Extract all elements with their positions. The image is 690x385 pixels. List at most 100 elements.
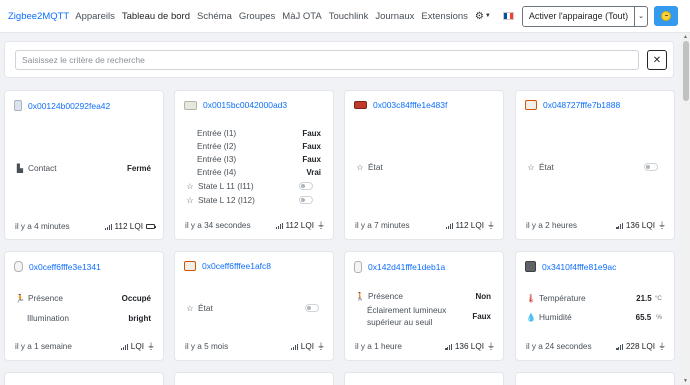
- row-label: Présence: [368, 291, 404, 301]
- smiley-icon: [661, 11, 672, 21]
- battery-icon: [146, 224, 156, 229]
- nav-link-tableau-de-bord[interactable]: Tableau de bord: [122, 11, 190, 22]
- row-label: État: [368, 162, 383, 172]
- plug-icon: ⏚: [658, 221, 666, 230]
- motion-sensor-icon: [14, 261, 23, 272]
- permit-join-group: Activer l'appairage (Tout) ⌄: [521, 5, 649, 27]
- permit-join-button[interactable]: Activer l'appairage (Tout): [522, 6, 635, 26]
- star-icon: ☆: [186, 195, 194, 205]
- settings-dropdown[interactable]: ⚙ ▼: [475, 11, 491, 22]
- last-seen: il y a 1 semaine: [15, 342, 72, 351]
- row-label: Entrée (I2): [197, 141, 237, 151]
- device-link[interactable]: 0x0015bc0042000ad3: [203, 100, 287, 110]
- row-value: Occupé: [121, 293, 151, 303]
- device-link[interactable]: 0x0ceff6fffe3e1341: [29, 262, 101, 272]
- device-link[interactable]: 0x0ceff6fffee1afc8: [202, 261, 271, 271]
- star-icon: ☆: [186, 303, 194, 313]
- plug-icon: ⏚: [658, 342, 666, 351]
- device-card: 0x0ceff6fffe3e1341 🏃 Présence Occupé Illu…: [4, 251, 164, 361]
- door-icon: ▙: [16, 163, 24, 173]
- state-toggle[interactable]: [299, 196, 313, 204]
- row-value: Faux: [472, 311, 491, 321]
- lqi-value: LQI: [300, 342, 314, 351]
- row-label: Illumination: [27, 313, 69, 323]
- nav-link-extensions[interactable]: Extensions: [421, 11, 467, 22]
- device-card-partial: [174, 372, 334, 385]
- row-value: 65.5: [635, 312, 652, 322]
- device-link[interactable]: 0x003c84fffe1e483f: [373, 100, 447, 110]
- device-link[interactable]: 0x00124b00292fea42: [28, 101, 110, 111]
- last-seen: il y a 4 minutes: [15, 222, 70, 231]
- page-scrollbar[interactable]: ▲ ▼: [682, 33, 690, 385]
- restart-button[interactable]: [654, 6, 679, 26]
- state-toggle[interactable]: [305, 304, 319, 312]
- row-label: Température: [539, 293, 586, 303]
- last-seen: il y a 5 mois: [185, 342, 229, 351]
- signal-icon: [291, 343, 299, 350]
- device-card: 0x00124b00292fea42 ▙ Contact Fermé il y a…: [4, 90, 164, 240]
- scroll-down-icon[interactable]: ▼: [683, 378, 688, 384]
- signal-icon: [104, 223, 113, 230]
- device-card: 0x048727fffe7b1888 ☆ État il y a 2 heures…: [515, 90, 675, 240]
- nav-link-journaux[interactable]: Journaux: [375, 11, 414, 22]
- nav-link-touchlink[interactable]: Touchlink: [329, 11, 369, 22]
- row-label: État: [198, 303, 213, 313]
- device-card: 0x0ceff6fffee1afc8 ☆ État il y a 5 mois L…: [174, 251, 334, 361]
- search-panel: ✕: [4, 41, 674, 78]
- last-seen: il y a 24 secondes: [526, 342, 592, 351]
- row-unit: %: [656, 313, 662, 321]
- last-seen: il y a 1 heure: [355, 342, 402, 351]
- row-value: 21.5: [636, 293, 652, 303]
- lqi-value: 112 LQI: [285, 221, 314, 230]
- search-input[interactable]: [15, 50, 639, 70]
- nav-link-maj-ota[interactable]: MàJ OTA: [282, 11, 321, 22]
- navbar: Zigbee2MQTT Appareils Tableau de bord Sc…: [0, 0, 690, 33]
- lqi-value: 112 LQI: [455, 221, 484, 230]
- brand-link[interactable]: Zigbee2MQTT: [8, 11, 69, 22]
- clear-search-button[interactable]: ✕: [647, 50, 667, 70]
- lqi-value: 136 LQI: [625, 221, 655, 230]
- plug-icon: ⏚: [487, 342, 495, 351]
- row-value: Faux: [302, 141, 321, 151]
- plug-icon: ⏚: [317, 221, 325, 230]
- language-flag-icon[interactable]: [502, 12, 514, 20]
- nav-link-groupes[interactable]: Groupes: [239, 11, 275, 22]
- lqi-value: 136 LQI: [454, 342, 484, 351]
- scrollbar-thumb[interactable]: [683, 41, 689, 101]
- person-walking-icon: 🏃: [15, 293, 25, 303]
- device-link[interactable]: 0x3410f4fffe81e9ac: [542, 262, 616, 272]
- water-drop-icon: 💧: [526, 312, 536, 322]
- row-value: bright: [128, 313, 151, 323]
- lqi-value: 112 LQI: [114, 222, 143, 231]
- row-label: Humidité: [539, 312, 572, 322]
- device-card-partial: [344, 372, 504, 385]
- signal-icon: [445, 222, 454, 229]
- chevron-down-icon: ▼: [484, 13, 491, 19]
- light-bulb-device-icon: [184, 261, 196, 271]
- light-bulb-device-icon: [525, 100, 537, 110]
- row-label: State L 11 (I11): [198, 181, 254, 191]
- row-unit: °C: [654, 294, 662, 302]
- scroll-up-icon[interactable]: ▲: [683, 34, 688, 40]
- row-value: Fermé: [126, 163, 151, 173]
- row-label: Entrée (I1): [197, 128, 237, 138]
- device-link[interactable]: 0x048727fffe7b1888: [543, 100, 620, 110]
- device-card: 0x003c84fffe1e483f ☆ État il y a 7 minute…: [344, 90, 504, 240]
- signal-icon: [616, 343, 624, 350]
- state-toggle[interactable]: [644, 163, 658, 171]
- row-label: Contact: [28, 163, 57, 173]
- permit-join-dropdown[interactable]: ⌄: [634, 6, 647, 26]
- device-card: 0x0015bc0042000ad3 Entrée (I1) Faux Entr…: [174, 90, 334, 240]
- row-value: Vrai: [306, 167, 321, 177]
- nav-link-schema[interactable]: Schéma: [197, 11, 232, 22]
- device-card-partial: [4, 372, 164, 385]
- device-link[interactable]: 0x142d41fffe1deb1a: [368, 262, 445, 272]
- state-toggle[interactable]: [299, 182, 313, 190]
- gear-icon: ⚙: [474, 10, 484, 22]
- contact-sensor-icon: [14, 100, 22, 111]
- plug-icon: ⏚: [487, 221, 495, 230]
- nav-link-appareils[interactable]: Appareils: [75, 11, 115, 22]
- row-value: Non: [475, 291, 491, 301]
- signal-icon: [616, 222, 624, 229]
- person-walking-icon: 🚶: [355, 291, 365, 301]
